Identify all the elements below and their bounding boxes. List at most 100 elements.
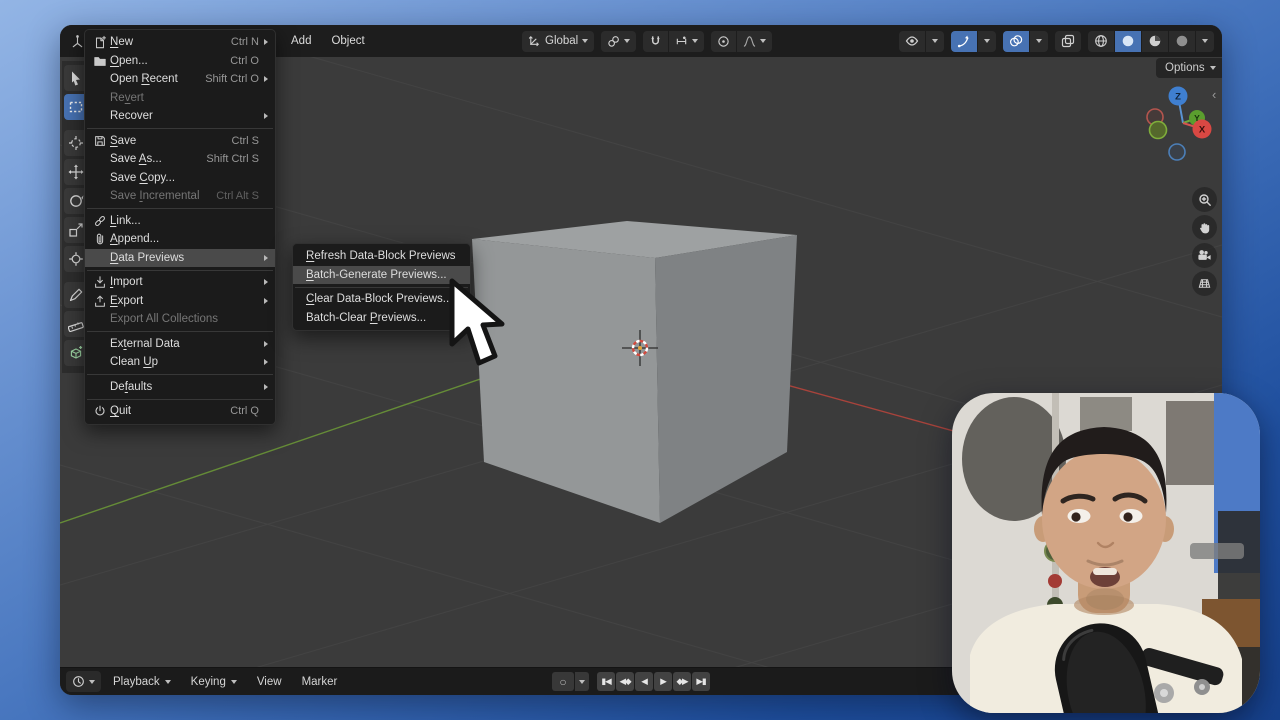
timeline-menu-keying[interactable]: Keying (183, 673, 245, 691)
menu-item-label: Refresh Data-Block Previews (306, 250, 456, 262)
file-menu-item-link[interactable]: Link... (85, 212, 275, 231)
gizmos-toggle-button[interactable] (951, 31, 977, 52)
submenu-arrow-icon (259, 279, 268, 285)
menu-item-label: Save Copy... (110, 172, 175, 184)
menu-item-label: Clear Data-Block Previews... (306, 293, 452, 305)
gizmo-y-label: Y (1194, 113, 1200, 123)
hand-icon (1198, 221, 1212, 235)
menu-item-label: Open... (110, 55, 148, 67)
navigation-gizmo[interactable]: Z Y X (1138, 83, 1222, 175)
jump-to-end-button[interactable]: ▶▮ (692, 672, 710, 691)
file-menu-item-save-incremental: Save Incremental Ctrl Alt S (85, 187, 275, 206)
file-menu-item-clean-up[interactable]: Clean Up (85, 353, 275, 372)
shading-wireframe-icon (1094, 34, 1108, 48)
shading-material-icon (1148, 34, 1162, 48)
snap-target-dropdown[interactable] (669, 31, 704, 52)
menu-item-label: Batch-Generate Previews... (306, 269, 447, 281)
menu-item-label: Link... (110, 215, 141, 227)
menu-item-shortcut: Ctrl Alt S (204, 190, 259, 202)
menu-separator (87, 208, 273, 209)
proportional-editing-button[interactable] (711, 31, 736, 52)
quit-icon (90, 404, 110, 418)
submenu-arrow-icon (259, 39, 268, 45)
gizmo-z-label: Z (1175, 92, 1181, 103)
submenu-arrow-icon (259, 113, 268, 119)
pivot-point-dropdown[interactable] (601, 31, 636, 52)
timeline-editor-type-button[interactable] (66, 671, 101, 692)
file-menu-item-append[interactable]: Append... (85, 230, 275, 249)
menu-item-shortcut: Shift Ctrl S (194, 153, 259, 165)
transform-orientation-dropdown[interactable]: Global (522, 31, 594, 52)
file-menu-item-external-data[interactable]: External Data (85, 335, 275, 354)
shading-dropdown[interactable] (1196, 31, 1214, 52)
menu-item-label: Save Incremental (110, 190, 200, 202)
file-menu-item-save[interactable]: SaveCtrl S (85, 132, 275, 151)
ortho-toggle-button[interactable] (1192, 271, 1217, 296)
gizmo-minus-z-ball[interactable] (1169, 144, 1185, 160)
options-dropdown[interactable]: Options (1156, 58, 1222, 78)
menu-add[interactable]: Add (282, 32, 320, 50)
file-menu-item-export[interactable]: Export (85, 292, 275, 311)
timeline-menu-marker[interactable]: Marker (294, 673, 346, 691)
file-menu-item-import[interactable]: Import (85, 273, 275, 292)
menu-item-label: New (110, 36, 133, 48)
menu-item-shortcut: Ctrl S (220, 135, 260, 147)
auto-keying-dropdown[interactable] (575, 672, 589, 691)
snap-target-icon (675, 35, 688, 48)
gizmos-dropdown[interactable] (978, 31, 996, 52)
submenu-item-refresh-data-block-previews[interactable]: Refresh Data-Block Previews (293, 247, 470, 266)
submenu-item-batch-clear-previews[interactable]: Batch-Clear Previews... (293, 309, 470, 328)
snap-magnet-icon (649, 35, 662, 48)
shading-solid-button[interactable] (1115, 31, 1141, 52)
xray-icon (1061, 34, 1075, 48)
overlays-toggle-button[interactable] (1003, 31, 1029, 52)
timeline-menu-view[interactable]: View (249, 673, 290, 691)
gizmos-icon (957, 34, 971, 48)
file-menu-item-recover[interactable]: Recover (85, 107, 275, 126)
perspective-grid-icon (1197, 276, 1212, 291)
timeline-menu-playback[interactable]: Playback (105, 673, 179, 691)
play-reverse-button[interactable]: ◀ (635, 672, 653, 691)
shading-rendered-button[interactable] (1169, 31, 1195, 52)
shading-wireframe-button[interactable] (1088, 31, 1114, 52)
next-keyframe-button[interactable]: ◆▶ (673, 672, 691, 691)
auto-keying-button[interactable]: ○ (552, 672, 574, 691)
file-menu-item-save-as[interactable]: Save As...Shift Ctrl S (85, 150, 275, 169)
file-menu-item-defaults[interactable]: Defaults (85, 378, 275, 397)
menu-object[interactable]: Object (322, 32, 373, 50)
gizmo-minus-y-ball[interactable] (1150, 122, 1167, 139)
object-visibility-button[interactable] (899, 31, 925, 52)
menu-separator (87, 374, 273, 375)
overlays-dropdown[interactable] (1030, 31, 1048, 52)
proportional-falloff-dropdown[interactable] (737, 31, 772, 52)
previous-keyframe-button[interactable]: ◀◆ (616, 672, 634, 691)
menu-item-shortcut: Ctrl N (219, 36, 259, 48)
file-menu-item-data-previews[interactable]: Data Previews (85, 249, 275, 268)
play-button[interactable]: ▶ (654, 672, 672, 691)
menu-item-label: Revert (110, 92, 144, 104)
tool-tweak-icon (68, 70, 84, 86)
file-menu-item-quit[interactable]: QuitCtrl Q (85, 402, 275, 421)
zoom-control-button[interactable] (1192, 187, 1217, 212)
chevron-down-icon (1210, 66, 1216, 70)
submenu-item-clear-data-block-previews[interactable]: Clear Data-Block Previews... (293, 290, 470, 309)
xray-toggle-button[interactable] (1055, 31, 1081, 52)
menu-item-shortcut: Shift Ctrl O (193, 73, 259, 85)
visibility-dropdown[interactable] (926, 31, 944, 52)
menu-item-label: Import (110, 276, 143, 288)
shading-material-button[interactable] (1142, 31, 1168, 52)
pivot-point-icon (607, 35, 620, 48)
export-icon (90, 294, 110, 308)
snap-toggle-button[interactable] (643, 31, 668, 52)
file-menu-item-open-recent[interactable]: Open RecentShift Ctrl O (85, 70, 275, 89)
camera-view-button[interactable] (1192, 243, 1217, 268)
file-menu-item-open[interactable]: Open...Ctrl O (85, 52, 275, 71)
chevron-down-icon (89, 680, 95, 684)
file-menu-item-new[interactable]: New Ctrl N (85, 33, 275, 52)
submenu-item-batch-generate-previews[interactable]: Batch-Generate Previews... (293, 266, 470, 285)
menu-item-shortcut: Ctrl Q (218, 405, 259, 417)
jump-to-start-button[interactable]: ▮◀ (597, 672, 615, 691)
submenu-arrow-icon (259, 341, 268, 347)
pan-control-button[interactable] (1192, 215, 1217, 240)
file-menu-item-save-copy[interactable]: Save Copy... (85, 169, 275, 188)
